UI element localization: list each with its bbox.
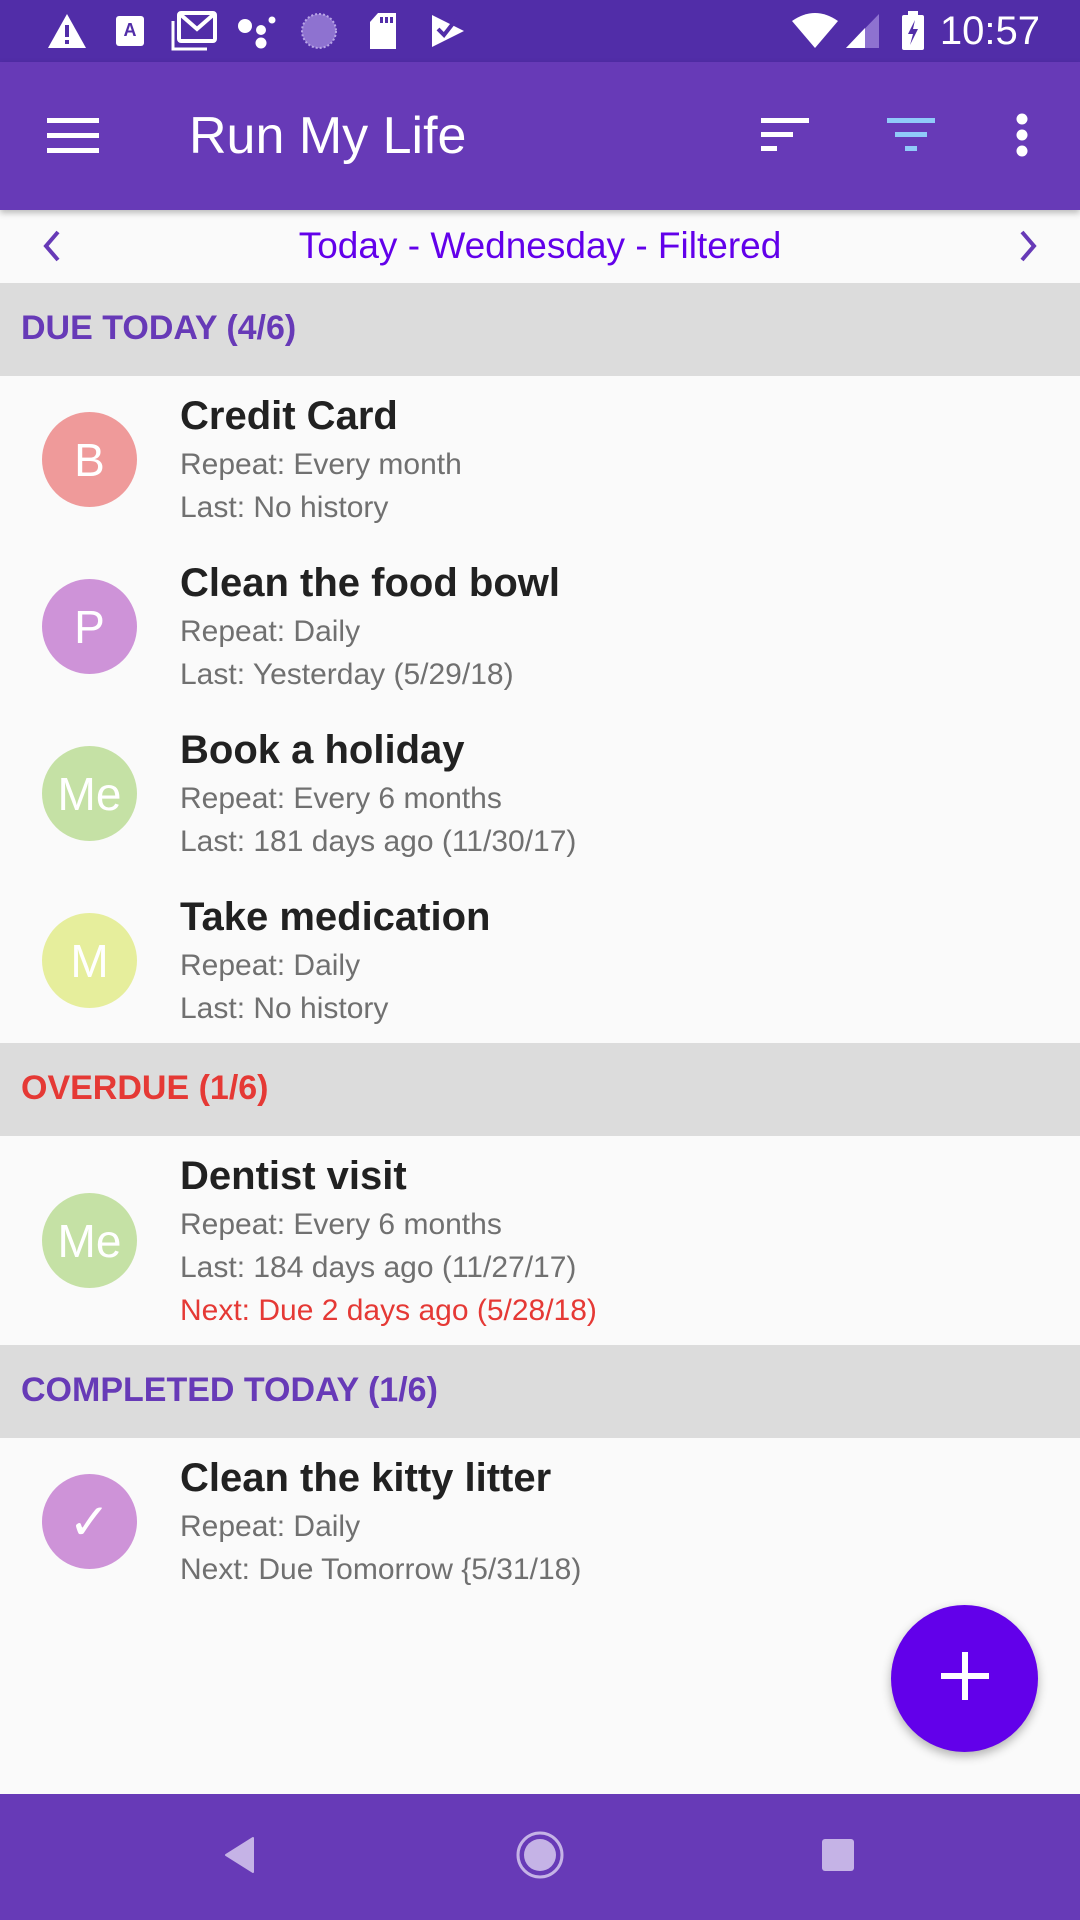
accessibility-a-icon: A [114, 10, 146, 52]
plus-icon [940, 1651, 990, 1706]
task-title: Take medication [180, 895, 491, 939]
home-button[interactable] [505, 1822, 575, 1892]
back-button[interactable] [205, 1822, 275, 1892]
avatar: M [42, 913, 137, 1008]
task-last: Last: No history [180, 992, 389, 1025]
section-header-due-today[interactable]: DUE TODAY (4/6) [0, 283, 1080, 376]
recents-button[interactable] [803, 1822, 873, 1892]
task-last: Last: 184 days ago (11/27/17) [180, 1251, 577, 1284]
filter-button[interactable] [876, 102, 946, 172]
task-item[interactable]: P Clean the food bowl Repeat: Daily Last… [0, 543, 1080, 710]
sort-icon [761, 117, 809, 157]
sd-card-icon [366, 10, 400, 52]
avatar: B [42, 412, 137, 507]
gmail-icon [170, 10, 218, 52]
filter-icon [887, 117, 935, 157]
warning-icon [46, 10, 88, 52]
task-repeat: Repeat: Every 6 months [180, 1208, 502, 1241]
task-repeat: Repeat: Daily [180, 1510, 361, 1543]
assistant-dots-icon [236, 10, 278, 52]
system-nav-bar [0, 1794, 1080, 1920]
task-repeat: Repeat: Every 6 months [180, 782, 502, 815]
task-item[interactable]: Me Book a holiday Repeat: Every 6 months… [0, 710, 1080, 877]
wifi-icon [790, 10, 840, 52]
task-title: Dentist visit [180, 1154, 407, 1198]
task-title: Book a holiday [180, 728, 465, 772]
check-icon: ✓ [42, 1474, 137, 1569]
home-circle-icon [515, 1830, 565, 1885]
task-repeat: Repeat: Every month [180, 448, 462, 481]
hamburger-menu-icon [47, 116, 99, 159]
tasks-check-icon [428, 10, 468, 52]
sort-button[interactable] [750, 102, 820, 172]
task-title: Clean the food bowl [180, 561, 560, 605]
section-title: OVERDUE (1/6) [21, 1069, 269, 1107]
next-day-button[interactable] [1000, 220, 1056, 276]
date-bar: Today - Wednesday - Filtered [0, 210, 1080, 283]
avatar: Me [42, 746, 137, 841]
task-item[interactable]: M Take medication Repeat: Daily Last: No… [0, 877, 1080, 1044]
section-header-completed-today[interactable]: COMPLETED TODAY (1/6) [0, 1345, 1080, 1438]
app-bar: Run My Life [0, 62, 1080, 210]
app-title: Run My Life [189, 107, 467, 165]
section-title: DUE TODAY (4/6) [21, 309, 297, 347]
add-task-button[interactable] [891, 1605, 1038, 1752]
task-next-overdue: Next: Due 2 days ago (5/28/18) [180, 1294, 597, 1327]
cell-signal-icon [845, 10, 881, 52]
recents-square-icon [820, 1837, 856, 1878]
task-repeat: Repeat: Daily [180, 949, 361, 982]
task-last: Last: No history [180, 491, 389, 524]
task-title: Credit Card [180, 394, 398, 438]
task-title: Clean the kitty litter [180, 1456, 552, 1500]
status-bar: A 10:57 [0, 0, 1080, 62]
status-time: 10:57 [939, 9, 1040, 53]
svg-text:A: A [124, 20, 137, 40]
task-item[interactable]: ✓ Clean the kitty litter Repeat: Daily N… [0, 1438, 1080, 1605]
task-repeat: Repeat: Daily [180, 615, 361, 648]
chevron-right-icon [1018, 230, 1038, 267]
task-item[interactable]: Me Dentist visit Repeat: Every 6 months … [0, 1136, 1080, 1346]
more-vert-icon [1015, 113, 1029, 162]
date-label: Today - Wednesday - Filtered [298, 225, 782, 266]
menu-button[interactable] [38, 102, 108, 172]
section-title: COMPLETED TODAY (1/6) [21, 1371, 438, 1409]
section-header-overdue[interactable]: OVERDUE (1/6) [0, 1043, 1080, 1136]
task-last: Last: 181 days ago (11/30/17) [180, 825, 577, 858]
more-options-button[interactable] [987, 102, 1057, 172]
avatar: Me [42, 1193, 137, 1288]
sync-circle-icon [298, 10, 340, 52]
task-next: Next: Due Tomorrow {5/31/18) [180, 1553, 582, 1586]
back-triangle-icon [223, 1836, 257, 1879]
task-item[interactable]: B Credit Card Repeat: Every month Last: … [0, 376, 1080, 543]
battery-charging-icon [900, 10, 926, 52]
avatar: P [42, 579, 137, 674]
task-last: Last: Yesterday (5/29/18) [180, 658, 514, 691]
